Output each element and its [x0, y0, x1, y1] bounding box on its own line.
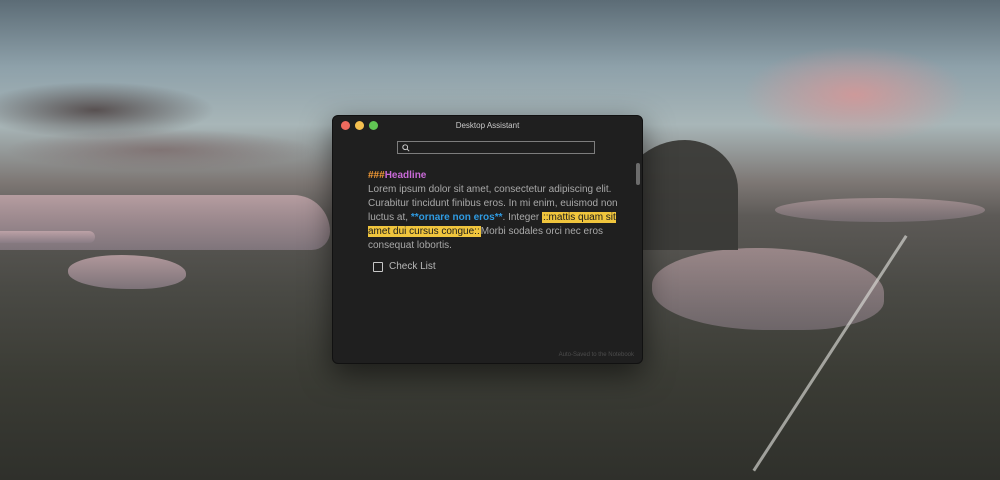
search-field[interactable] — [397, 141, 595, 154]
desktop-background: Desktop Assistant ###Headline Lorem ipsu… — [0, 0, 1000, 480]
title-bar[interactable]: Desktop Assistant — [333, 116, 642, 136]
headline-line: ###Headline — [368, 169, 623, 183]
search-icon — [402, 144, 410, 152]
window-title: Desktop Assistant — [455, 121, 520, 130]
search-input[interactable] — [412, 142, 594, 153]
lake-shape — [0, 231, 95, 243]
note-editor[interactable]: ###Headline Lorem ipsum dolor sit amet, … — [368, 169, 623, 253]
lake-shape — [68, 255, 186, 289]
heading-marker: ### — [368, 170, 385, 181]
lake-shape — [652, 248, 884, 330]
lake-shape — [775, 198, 985, 222]
autosave-status: Auto-Saved to the Notebook — [558, 352, 634, 358]
checklist-item[interactable]: Check List — [373, 261, 436, 272]
bold-text: **ornare non eros** — [410, 212, 503, 223]
paragraph-middle: . Integer — [502, 212, 540, 223]
app-window[interactable]: Desktop Assistant ###Headline Lorem ipsu… — [332, 115, 643, 364]
scrollbar[interactable] — [636, 163, 640, 185]
checklist-label: Check List — [389, 261, 436, 272]
headline-text: Headline — [384, 170, 427, 181]
checkbox[interactable] — [373, 261, 383, 272]
body-paragraph: Lorem ipsum dolor sit amet, consectetur … — [368, 183, 623, 253]
